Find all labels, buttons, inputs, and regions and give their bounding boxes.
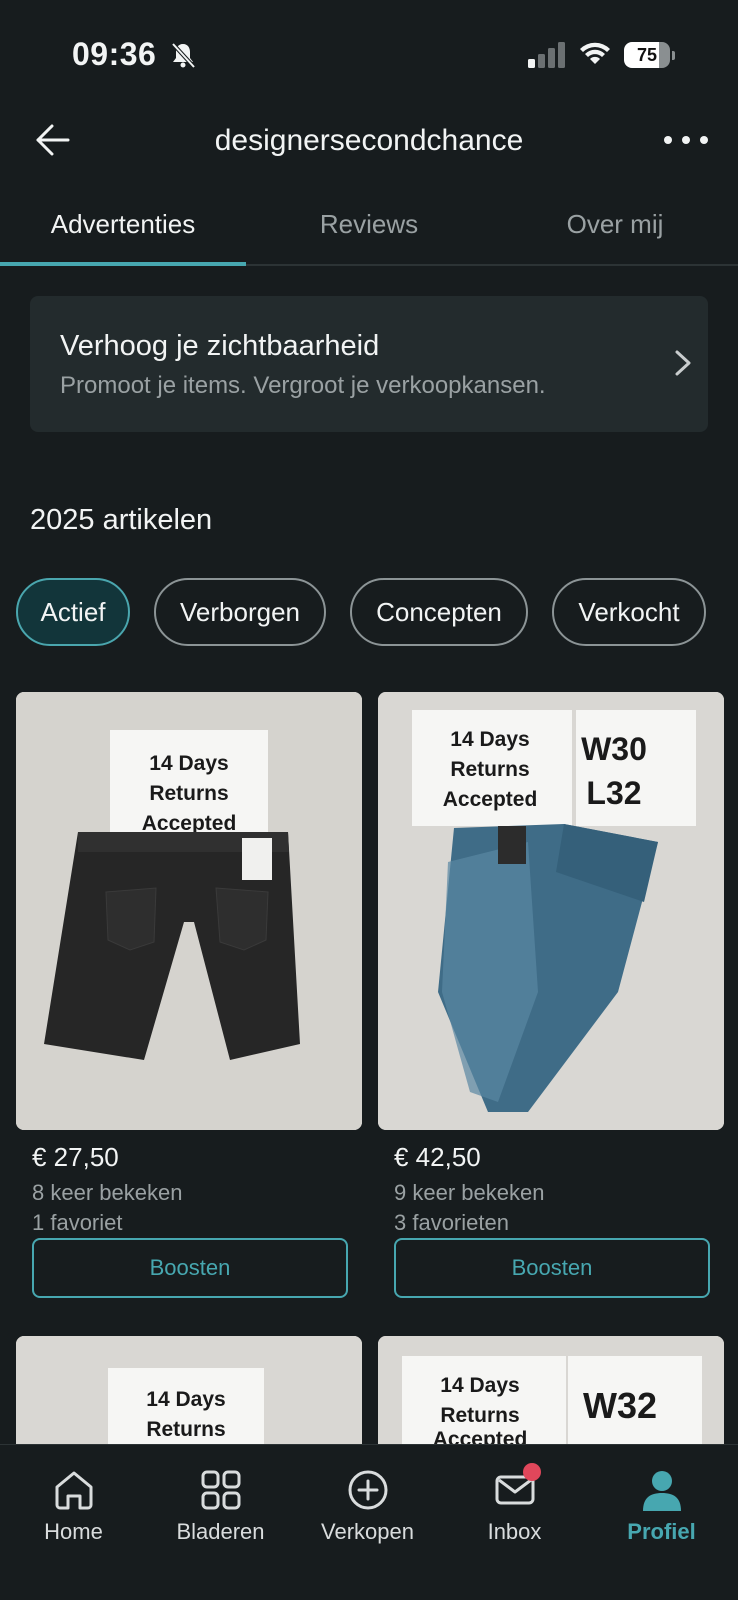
filter-verborgen[interactable]: Verborgen xyxy=(154,578,326,646)
wifi-icon xyxy=(580,42,610,64)
plus-circle-icon xyxy=(348,1470,388,1510)
product-card-partial[interactable]: 14 Days Returns Accepted W32 xyxy=(378,1336,724,1446)
product-views: 9 keer bekeken xyxy=(394,1180,545,1205)
product-image-shorts: 14 Days Returns Accepted xyxy=(16,692,362,1130)
boost-button[interactable]: Boosten xyxy=(32,1238,348,1298)
product-card[interactable]: 14 Days Returns Accepted € 27,50 8 keer … xyxy=(16,692,362,1312)
nav-label: Bladeren xyxy=(176,1519,265,1544)
tab-reviews[interactable]: Reviews xyxy=(246,184,492,264)
battery-level: 75 xyxy=(636,45,658,65)
product-photo: 14 Days Returns xyxy=(16,1336,362,1446)
promo-subtitle: Promoot je items. Vergroot je verkoopkan… xyxy=(60,372,546,399)
product-price: € 42,50 xyxy=(394,1142,481,1172)
sign-line: Accepted xyxy=(142,812,237,835)
sign-line: Returns xyxy=(450,758,529,781)
sign-line: Returns xyxy=(440,1404,519,1427)
nav-bladeren[interactable]: Bladeren xyxy=(147,1457,294,1557)
nav-label: Home xyxy=(44,1519,103,1544)
home-icon xyxy=(55,1471,93,1510)
nav-label: Profiel xyxy=(627,1519,696,1544)
boost-button[interactable]: Boosten xyxy=(394,1238,710,1298)
unread-badge xyxy=(523,1463,541,1481)
nav-profiel[interactable]: Profiel xyxy=(588,1457,735,1557)
status-time: 09:36 xyxy=(72,36,157,72)
signal-icon xyxy=(528,42,565,68)
sign-line: 14 Days xyxy=(149,752,228,775)
page-title: designersecondchance xyxy=(214,124,524,157)
product-favorites: 1 favoriet xyxy=(32,1210,123,1235)
active-tab-indicator xyxy=(0,262,246,266)
nav-home[interactable]: Home xyxy=(0,1457,147,1557)
sign-line: Returns xyxy=(149,782,228,805)
sign-line: 14 Days xyxy=(450,728,529,751)
nav-label: Verkopen xyxy=(321,1519,414,1544)
product-photo[interactable]: 14 Days Returns Accepted W30 L32 xyxy=(378,692,724,1130)
size-label: W30 xyxy=(581,731,647,767)
size-label: W32 xyxy=(583,1385,657,1426)
profile-tabs: Advertenties Reviews Over mij xyxy=(0,184,738,266)
nav-inbox[interactable]: Inbox xyxy=(441,1457,588,1557)
product-card-partial[interactable]: 14 Days Returns xyxy=(16,1336,362,1446)
bottom-navigation: Home Bladeren Verkopen Inbox Profiel xyxy=(0,1444,738,1600)
filter-actief[interactable]: Actief xyxy=(16,578,130,646)
sign-line: Accepted xyxy=(443,788,538,811)
battery-icon: 75 xyxy=(624,42,675,68)
chevron-right-icon xyxy=(675,350,691,376)
product-views: 8 keer bekeken xyxy=(32,1180,183,1205)
product-image-jeans: 14 Days Returns Accepted W30 L32 xyxy=(378,692,724,1130)
items-count: 2025 artikelen xyxy=(30,504,213,536)
grid-icon xyxy=(201,1470,241,1510)
nav-label: Inbox xyxy=(487,1519,542,1544)
filter-concepten[interactable]: Concepten xyxy=(350,578,528,646)
tab-advertenties[interactable]: Advertenties xyxy=(0,184,246,264)
tab-over-mij[interactable]: Over mij xyxy=(492,184,738,264)
more-options-icon[interactable] xyxy=(662,130,710,150)
status-bar: 09:36 75 xyxy=(0,0,738,100)
size-label: L32 xyxy=(586,775,641,811)
promote-banner[interactable]: Verhoog je zichtbaarheid Promoot je item… xyxy=(30,296,708,432)
nav-verkopen[interactable]: Verkopen xyxy=(294,1457,441,1557)
promo-title: Verhoog je zichtbaarheid xyxy=(60,330,380,362)
profile-header: designersecondchance xyxy=(0,100,738,184)
sign-line: Returns xyxy=(146,1418,225,1441)
person-icon xyxy=(643,1471,681,1511)
product-photo[interactable]: 14 Days Returns Accepted xyxy=(16,692,362,1130)
filter-verkocht[interactable]: Verkocht xyxy=(552,578,706,646)
sign-line: 14 Days xyxy=(146,1388,225,1411)
product-card[interactable]: 14 Days Returns Accepted W30 L32 € 42,50… xyxy=(378,692,724,1312)
bell-muted-icon xyxy=(171,42,196,69)
product-price: € 27,50 xyxy=(32,1142,119,1172)
product-favorites: 3 favorieten xyxy=(394,1210,509,1235)
product-photo: 14 Days Returns Accepted W32 xyxy=(378,1336,724,1446)
sign-line: 14 Days xyxy=(440,1374,519,1397)
